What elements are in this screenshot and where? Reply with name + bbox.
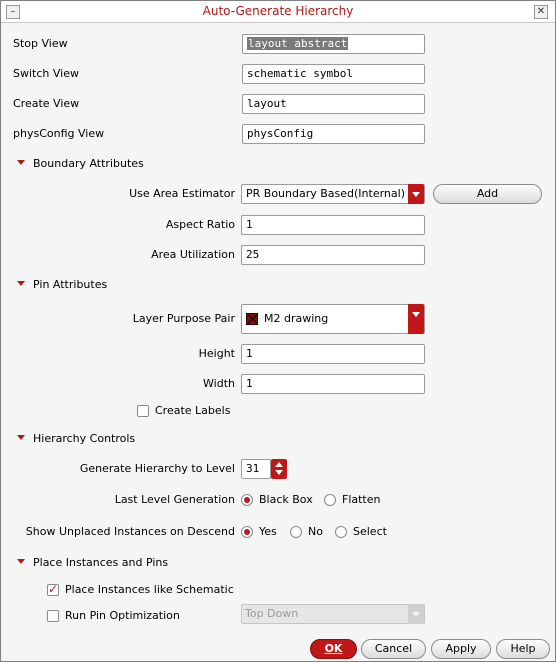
chevron-down-icon[interactable]	[408, 184, 424, 204]
stepper-down-icon[interactable]	[275, 470, 283, 475]
layer-purpose-select[interactable]: M2 drawing	[241, 304, 425, 334]
stop-view-field[interactable]: layout abstract	[242, 34, 425, 54]
stop-view-label: Stop View	[13, 37, 68, 50]
help-button-label: Help	[510, 642, 536, 655]
pin-optimization-mode-select: Top Down	[241, 604, 425, 624]
height-label: Height	[198, 347, 235, 360]
black-box-radio[interactable]	[241, 494, 253, 506]
apply-button-label: Apply	[445, 642, 477, 655]
place-instances-heading: Place Instances and Pins	[33, 556, 169, 569]
add-button[interactable]: Add	[433, 184, 542, 204]
close-icon[interactable]: ✕	[534, 5, 548, 19]
chevron-down-icon[interactable]	[408, 304, 424, 334]
generate-level-label: Generate Hierarchy to Level	[79, 462, 235, 475]
last-level-label: Last Level Generation	[114, 493, 235, 506]
place-like-schematic-checkbox[interactable]	[47, 582, 59, 596]
no-radio[interactable]	[290, 526, 302, 538]
dialog-window: – Auto-Generate Hierarchy ✕ Stop View la…	[0, 0, 556, 662]
boundary-attributes-section[interactable]: Boundary Attributes	[17, 157, 144, 171]
pin-attributes-section[interactable]: Pin Attributes	[17, 278, 107, 292]
expand-triangle-icon	[17, 435, 25, 440]
area-utilization-label: Area Utilization	[151, 248, 235, 261]
yes-label: Yes	[259, 525, 277, 538]
create-view-field[interactable]: layout	[242, 94, 425, 114]
area-estimator-value: PR Boundary Based(Internal)	[246, 187, 405, 200]
no-label: No	[308, 525, 323, 538]
run-pin-optimization-label: Run Pin Optimization	[65, 609, 180, 622]
stepper-up-icon[interactable]	[275, 462, 283, 467]
layer-purpose-value: M2 drawing	[264, 312, 329, 325]
cancel-button[interactable]: Cancel	[361, 639, 426, 659]
create-view-label: Create View	[13, 97, 80, 110]
physconfig-view-label: physConfig View	[13, 127, 105, 140]
switch-view-label: Switch View	[13, 67, 79, 80]
cancel-button-label: Cancel	[374, 642, 413, 655]
stop-view-value: layout abstract	[247, 37, 349, 50]
hierarchy-controls-section[interactable]: Hierarchy Controls	[17, 432, 135, 446]
level-stepper[interactable]	[271, 459, 287, 479]
area-estimator-label: Use Area Estimator	[129, 187, 235, 200]
height-field[interactable]: 1	[241, 344, 425, 364]
expand-triangle-icon	[17, 559, 25, 564]
hierarchy-controls-heading: Hierarchy Controls	[33, 432, 136, 445]
ok-button[interactable]: OK	[310, 639, 357, 659]
layer-purpose-label: Layer Purpose Pair	[132, 312, 235, 325]
select-radio[interactable]	[335, 526, 347, 538]
place-like-schematic-label: Place Instances like Schematic	[65, 583, 234, 596]
layer-swatch-icon	[246, 313, 258, 325]
expand-triangle-icon	[17, 160, 25, 165]
aspect-ratio-label: Aspect Ratio	[165, 218, 235, 231]
area-utilization-field[interactable]: 25	[241, 245, 425, 265]
help-button[interactable]: Help	[496, 639, 550, 659]
select-label: Select	[353, 525, 387, 538]
run-pin-optimization-checkbox[interactable]	[47, 610, 59, 622]
flatten-radio[interactable]	[324, 494, 336, 506]
yes-radio[interactable]	[241, 526, 253, 538]
black-box-label: Black Box	[259, 493, 313, 506]
area-estimator-select[interactable]: PR Boundary Based(Internal)	[241, 184, 425, 204]
switch-view-field[interactable]: schematic symbol	[242, 64, 425, 84]
boundary-attributes-heading: Boundary Attributes	[33, 157, 144, 170]
width-field[interactable]: 1	[241, 374, 425, 394]
pin-optimization-mode-value: Top Down	[245, 607, 299, 620]
show-unplaced-label: Show Unplaced Instances on Descend	[25, 525, 235, 538]
chevron-down-icon	[408, 604, 424, 624]
flatten-label: Flatten	[342, 493, 381, 506]
ok-button-label: OK	[324, 642, 343, 655]
title-bar: – Auto-Generate Hierarchy ✕	[1, 1, 555, 23]
physconfig-view-field[interactable]: physConfig	[242, 124, 425, 144]
expand-triangle-icon	[17, 281, 25, 286]
generate-level-field[interactable]: 31	[241, 459, 271, 479]
create-labels-checkbox[interactable]	[137, 405, 149, 417]
apply-button[interactable]: Apply	[431, 639, 491, 659]
place-instances-section[interactable]: Place Instances and Pins	[17, 556, 168, 570]
aspect-ratio-field[interactable]: 1	[241, 215, 425, 235]
create-labels-label: Create Labels	[155, 404, 231, 417]
width-label: Width	[203, 377, 235, 390]
window-title: Auto-Generate Hierarchy	[202, 4, 354, 18]
pin-attributes-heading: Pin Attributes	[33, 278, 108, 291]
